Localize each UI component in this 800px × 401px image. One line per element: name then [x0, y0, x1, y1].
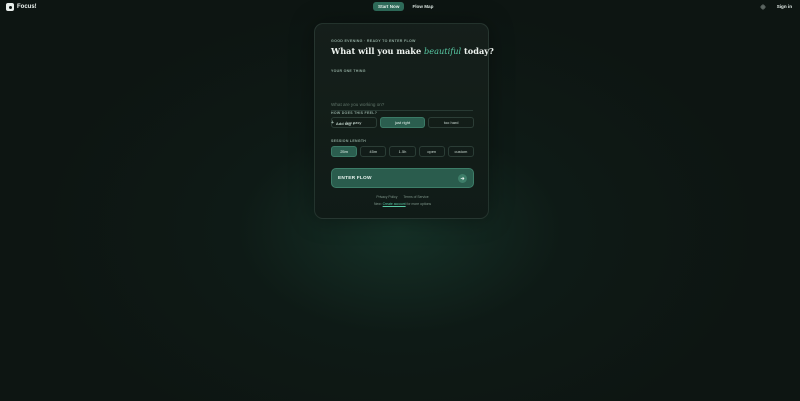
length-option-open[interactable]: open — [418, 146, 445, 157]
title-prefix: What will you make — [331, 46, 425, 56]
terms-of-service-link[interactable]: Terms of Service — [403, 195, 428, 199]
top-bar: Focus! Start Now Flow Map Sign in — [0, 0, 800, 14]
feel-label: HOW DOES THIS FEEL? — [331, 111, 378, 115]
enter-flow-button[interactable]: ENTER FLOW — [331, 168, 474, 188]
session-length-selector: 25m 45m 1.5h open custom — [331, 146, 475, 157]
feel-option-too-hard[interactable]: too hard — [428, 117, 475, 128]
length-option-custom[interactable]: custom — [447, 146, 475, 157]
footer-new-prefix: New: — [373, 202, 383, 206]
sun-icon[interactable] — [760, 3, 767, 10]
title-suffix: today? — [461, 46, 494, 56]
brand[interactable]: Focus! — [6, 3, 37, 11]
brand-logo-icon — [6, 3, 14, 11]
nav-flow-map-button[interactable]: Flow Map — [407, 2, 438, 11]
footer-new-account: New: Create account for more options — [315, 202, 490, 206]
title-accent: beautiful — [424, 46, 462, 56]
page-title: What will you make beautiful today? — [331, 46, 494, 56]
session-length-label: SESSION LENGTH — [331, 139, 367, 143]
length-option-45m[interactable]: 45m — [360, 146, 387, 157]
arrow-right-icon — [458, 173, 467, 183]
feel-option-just-right[interactable]: just right — [379, 117, 426, 128]
one-thing-input[interactable] — [331, 98, 473, 111]
length-option-25m[interactable]: 25m — [331, 146, 358, 157]
brand-name: Focus! — [17, 4, 37, 10]
feel-selector: too easy just right too hard — [331, 117, 475, 128]
nav-start-now-button[interactable]: Start Now — [373, 2, 405, 11]
focus-card: GOOD EVENING · READY TO ENTER FLOW What … — [314, 23, 494, 219]
header-actions: Sign in — [760, 2, 796, 11]
length-option-1-5h[interactable]: 1.5h — [389, 146, 416, 157]
privacy-policy-link[interactable]: Privacy Policy — [376, 195, 397, 199]
footer-new-suffix: for more options — [405, 202, 432, 206]
footer-links: Privacy Policy Terms of Service — [315, 195, 490, 199]
feel-option-too-easy[interactable]: too easy — [331, 117, 377, 128]
sign-in-button[interactable]: Sign in — [773, 2, 796, 11]
create-account-link[interactable]: Create account — [383, 202, 406, 206]
enter-flow-label: ENTER FLOW — [338, 175, 372, 181]
main-nav: Start Now Flow Map — [373, 2, 438, 11]
greeting-kicker: GOOD EVENING · READY TO ENTER FLOW — [331, 39, 416, 43]
one-thing-label: YOUR ONE THING — [331, 69, 366, 73]
